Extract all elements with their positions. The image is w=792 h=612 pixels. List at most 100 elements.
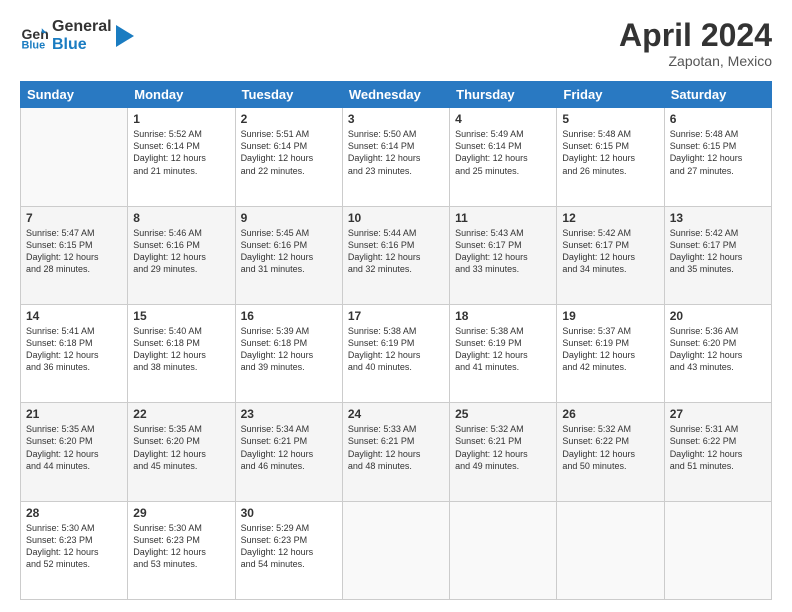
cell-info: Sunrise: 5:45 AM Sunset: 6:16 PM Dayligh…	[241, 227, 337, 276]
calendar-cell: 27 Sunrise: 5:31 AM Sunset: 6:22 PM Dayli…	[664, 403, 771, 501]
calendar-cell: 22 Sunrise: 5:35 AM Sunset: 6:20 PM Dayli…	[128, 403, 235, 501]
day-number: 25	[455, 407, 551, 421]
calendar-cell: 11 Sunrise: 5:43 AM Sunset: 6:17 PM Dayli…	[450, 206, 557, 304]
day-number: 21	[26, 407, 122, 421]
col-header-tuesday: Tuesday	[235, 82, 342, 108]
day-number: 19	[562, 309, 658, 323]
title-block: April 2024 Zapotan, Mexico	[619, 18, 772, 69]
calendar-cell: 20 Sunrise: 5:36 AM Sunset: 6:20 PM Dayli…	[664, 304, 771, 402]
calendar-cell: 21 Sunrise: 5:35 AM Sunset: 6:20 PM Dayli…	[21, 403, 128, 501]
day-number: 1	[133, 112, 229, 126]
cell-info: Sunrise: 5:32 AM Sunset: 6:21 PM Dayligh…	[455, 423, 551, 472]
day-number: 22	[133, 407, 229, 421]
calendar-cell: 10 Sunrise: 5:44 AM Sunset: 6:16 PM Dayli…	[342, 206, 449, 304]
cell-info: Sunrise: 5:42 AM Sunset: 6:17 PM Dayligh…	[670, 227, 766, 276]
cell-info: Sunrise: 5:49 AM Sunset: 6:14 PM Dayligh…	[455, 128, 551, 177]
calendar-cell: 19 Sunrise: 5:37 AM Sunset: 6:19 PM Dayli…	[557, 304, 664, 402]
calendar-cell: 18 Sunrise: 5:38 AM Sunset: 6:19 PM Dayli…	[450, 304, 557, 402]
day-number: 28	[26, 506, 122, 520]
calendar-cell	[664, 501, 771, 599]
location: Zapotan, Mexico	[619, 53, 772, 69]
cell-info: Sunrise: 5:31 AM Sunset: 6:22 PM Dayligh…	[670, 423, 766, 472]
day-number: 7	[26, 211, 122, 225]
day-number: 30	[241, 506, 337, 520]
day-number: 13	[670, 211, 766, 225]
logo-triangle-icon	[116, 25, 134, 47]
col-header-wednesday: Wednesday	[342, 82, 449, 108]
cell-info: Sunrise: 5:30 AM Sunset: 6:23 PM Dayligh…	[133, 522, 229, 571]
cell-info: Sunrise: 5:44 AM Sunset: 6:16 PM Dayligh…	[348, 227, 444, 276]
page: General Blue General Blue April 2024 Zap…	[0, 0, 792, 612]
cell-info: Sunrise: 5:50 AM Sunset: 6:14 PM Dayligh…	[348, 128, 444, 177]
cell-info: Sunrise: 5:35 AM Sunset: 6:20 PM Dayligh…	[26, 423, 122, 472]
cell-info: Sunrise: 5:34 AM Sunset: 6:21 PM Dayligh…	[241, 423, 337, 472]
logo-blue: Blue	[52, 36, 112, 54]
cell-info: Sunrise: 5:42 AM Sunset: 6:17 PM Dayligh…	[562, 227, 658, 276]
day-number: 15	[133, 309, 229, 323]
calendar-cell: 12 Sunrise: 5:42 AM Sunset: 6:17 PM Dayli…	[557, 206, 664, 304]
logo-general: General	[52, 18, 112, 36]
calendar-cell: 23 Sunrise: 5:34 AM Sunset: 6:21 PM Dayli…	[235, 403, 342, 501]
calendar-cell: 24 Sunrise: 5:33 AM Sunset: 6:21 PM Dayli…	[342, 403, 449, 501]
col-header-saturday: Saturday	[664, 82, 771, 108]
cell-info: Sunrise: 5:36 AM Sunset: 6:20 PM Dayligh…	[670, 325, 766, 374]
calendar-cell	[342, 501, 449, 599]
day-number: 2	[241, 112, 337, 126]
day-number: 26	[562, 407, 658, 421]
calendar-cell: 7 Sunrise: 5:47 AM Sunset: 6:15 PM Daylig…	[21, 206, 128, 304]
col-header-sunday: Sunday	[21, 82, 128, 108]
calendar-cell: 25 Sunrise: 5:32 AM Sunset: 6:21 PM Dayli…	[450, 403, 557, 501]
day-number: 6	[670, 112, 766, 126]
header: General Blue General Blue April 2024 Zap…	[20, 18, 772, 69]
cell-info: Sunrise: 5:48 AM Sunset: 6:15 PM Dayligh…	[670, 128, 766, 177]
cell-info: Sunrise: 5:38 AM Sunset: 6:19 PM Dayligh…	[455, 325, 551, 374]
cell-info: Sunrise: 5:29 AM Sunset: 6:23 PM Dayligh…	[241, 522, 337, 571]
day-number: 27	[670, 407, 766, 421]
day-number: 10	[348, 211, 444, 225]
cell-info: Sunrise: 5:37 AM Sunset: 6:19 PM Dayligh…	[562, 325, 658, 374]
cell-info: Sunrise: 5:47 AM Sunset: 6:15 PM Dayligh…	[26, 227, 122, 276]
cell-info: Sunrise: 5:51 AM Sunset: 6:14 PM Dayligh…	[241, 128, 337, 177]
calendar-cell: 17 Sunrise: 5:38 AM Sunset: 6:19 PM Dayli…	[342, 304, 449, 402]
cell-info: Sunrise: 5:32 AM Sunset: 6:22 PM Dayligh…	[562, 423, 658, 472]
day-number: 17	[348, 309, 444, 323]
cell-info: Sunrise: 5:46 AM Sunset: 6:16 PM Dayligh…	[133, 227, 229, 276]
cell-info: Sunrise: 5:52 AM Sunset: 6:14 PM Dayligh…	[133, 128, 229, 177]
col-header-thursday: Thursday	[450, 82, 557, 108]
calendar-cell: 3Sunrise: 5:50 AM Sunset: 6:14 PM Daylig…	[342, 108, 449, 206]
logo: General Blue General Blue	[20, 18, 134, 55]
cell-info: Sunrise: 5:38 AM Sunset: 6:19 PM Dayligh…	[348, 325, 444, 374]
calendar-cell: 4 Sunrise: 5:49 AM Sunset: 6:14 PM Daylig…	[450, 108, 557, 206]
cell-info: Sunrise: 5:35 AM Sunset: 6:20 PM Dayligh…	[133, 423, 229, 472]
calendar-cell: 15 Sunrise: 5:40 AM Sunset: 6:18 PM Dayli…	[128, 304, 235, 402]
cell-info: Sunrise: 5:33 AM Sunset: 6:21 PM Dayligh…	[348, 423, 444, 472]
calendar-cell: 9 Sunrise: 5:45 AM Sunset: 6:16 PM Daylig…	[235, 206, 342, 304]
calendar-cell	[557, 501, 664, 599]
calendar-table: SundayMondayTuesdayWednesdayThursdayFrid…	[20, 81, 772, 600]
logo-icon: General Blue	[20, 22, 48, 50]
day-number: 11	[455, 211, 551, 225]
day-number: 5	[562, 112, 658, 126]
day-number: 4	[455, 112, 551, 126]
svg-text:Blue: Blue	[22, 40, 46, 51]
calendar-cell: 26 Sunrise: 5:32 AM Sunset: 6:22 PM Dayli…	[557, 403, 664, 501]
calendar-cell: 1 Sunrise: 5:52 AM Sunset: 6:14 PM Daylig…	[128, 108, 235, 206]
day-number: 23	[241, 407, 337, 421]
calendar-cell: 30 Sunrise: 5:29 AM Sunset: 6:23 PM Dayli…	[235, 501, 342, 599]
day-number: 12	[562, 211, 658, 225]
day-number: 18	[455, 309, 551, 323]
cell-info: Sunrise: 5:43 AM Sunset: 6:17 PM Dayligh…	[455, 227, 551, 276]
day-number: 20	[670, 309, 766, 323]
cell-info: Sunrise: 5:30 AM Sunset: 6:23 PM Dayligh…	[26, 522, 122, 571]
month-year: April 2024	[619, 18, 772, 53]
cell-info: Sunrise: 5:48 AM Sunset: 6:15 PM Dayligh…	[562, 128, 658, 177]
col-header-friday: Friday	[557, 82, 664, 108]
cell-info: Sunrise: 5:40 AM Sunset: 6:18 PM Dayligh…	[133, 325, 229, 374]
calendar-cell: 8 Sunrise: 5:46 AM Sunset: 6:16 PM Daylig…	[128, 206, 235, 304]
day-number: 24	[348, 407, 444, 421]
calendar-cell	[21, 108, 128, 206]
day-number: 8	[133, 211, 229, 225]
calendar-cell: 5 Sunrise: 5:48 AM Sunset: 6:15 PM Daylig…	[557, 108, 664, 206]
day-number: 9	[241, 211, 337, 225]
calendar-cell: 13 Sunrise: 5:42 AM Sunset: 6:17 PM Dayli…	[664, 206, 771, 304]
